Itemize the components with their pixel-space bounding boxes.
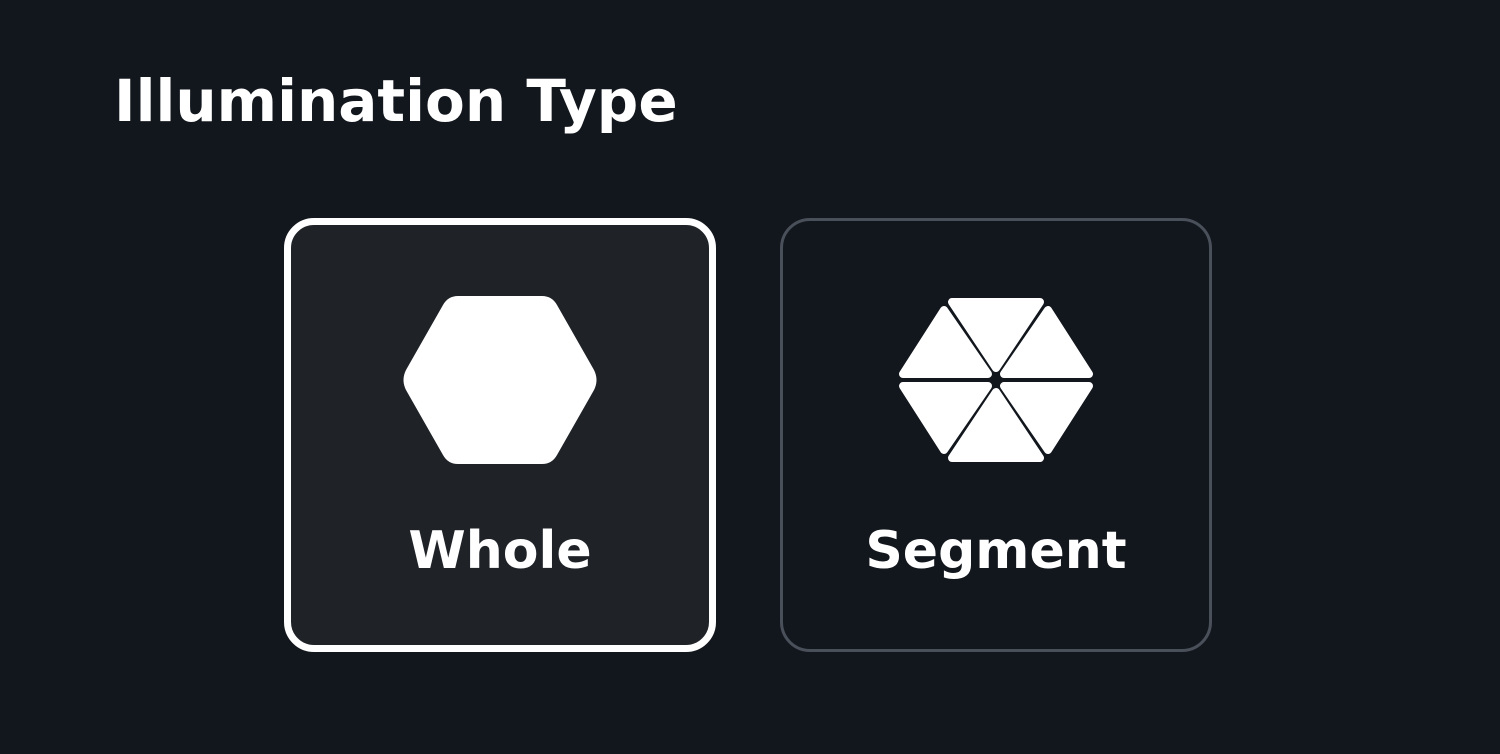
segment-option-card[interactable]: Segment (780, 218, 1212, 652)
page-title: Illumination Type (114, 67, 678, 135)
hexagon-icon (291, 285, 709, 475)
whole-option-label: Whole (408, 521, 592, 581)
whole-option-card[interactable]: Whole (284, 218, 716, 652)
segment-option-label: Segment (865, 521, 1127, 581)
segmented-hexagon-icon (783, 285, 1209, 475)
